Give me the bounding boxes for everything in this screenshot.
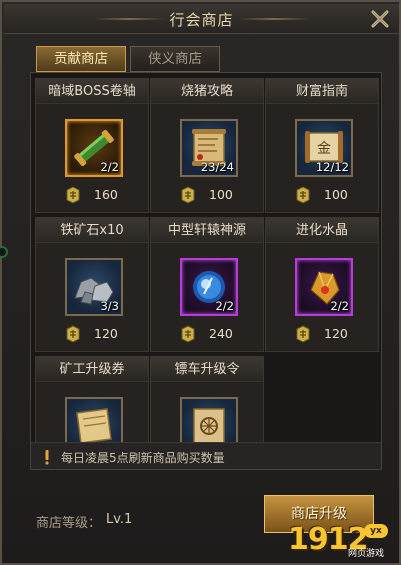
contribution-coin-icon [66,186,80,204]
shop-item[interactable]: 暗域BOSS卷轴 2/2 160 [35,78,149,213]
item-slot[interactable]: 2/2 [180,258,238,316]
item-name: 镖车升级令 [151,357,263,382]
close-button[interactable] [367,6,393,32]
item-slot[interactable]: 2/2 [295,258,353,316]
site-watermark: 1912 yx 网页游戏 [288,522,398,564]
item-grid: 暗域BOSS卷轴 2/2 160 烧猪攻略 23/24 100 财富指南 金 1… [30,72,382,470]
item-name: 烧猪攻略 [151,79,263,104]
item-price: 100 [324,187,348,202]
contribution-coin-icon [181,186,195,204]
title-bar: 行会商店 [4,4,399,34]
item-name: 矿工升级券 [36,357,148,382]
notice-text: 每日凌晨5点刷新商品购买数量 [61,451,225,465]
title-decoration-left [94,18,164,20]
item-name: 铁矿石x10 [36,218,148,243]
shop-item[interactable]: 中型轩辕神源 2/2 240 [150,217,264,352]
refresh-notice: 每日凌晨5点刷新商品购买数量 [31,442,381,469]
item-name: 财富指南 [266,79,378,104]
contribution-coin-icon [296,325,310,343]
watermark-subtitle: 网页游戏 [348,549,385,559]
item-count: 3/3 [100,299,119,313]
tab-chivalry-shop[interactable]: 侠义商店 [130,46,220,72]
watermark-badge: yx [364,524,388,538]
item-slot[interactable]: 3/3 [65,258,123,316]
item-price: 100 [209,187,233,202]
contribution-coin-icon [296,186,310,204]
guild-shop-panel: 行会商店 贡献商店 侠义商店 暗域BOSS卷轴 2/2 160 烧猪攻略 23/… [0,0,401,565]
tab-contribution-shop[interactable]: 贡献商店 [36,46,126,72]
item-count: 12/12 [315,160,349,174]
shop-item[interactable]: 烧猪攻略 23/24 100 [150,78,264,213]
shop-level-label: 商店等级： [36,516,102,531]
item-slot[interactable]: 23/24 [180,119,238,177]
contribution-coin-icon [181,325,195,343]
item-price: 160 [94,187,118,202]
item-price: 120 [324,326,348,341]
item-price: 240 [209,326,233,341]
shop-tabs: 贡献商店 侠义商店 [36,46,220,72]
contribution-coin-icon [66,325,80,343]
side-handle [0,246,8,258]
close-icon [371,10,389,28]
shop-level-value: Lv.1 [106,512,133,527]
svg-text:金: 金 [317,141,331,157]
item-name: 中型轩辕神源 [151,218,263,243]
item-name: 进化水晶 [266,218,378,243]
title-decoration-right [239,18,309,20]
item-slot[interactable]: 金 12/12 [295,119,353,177]
shop-item[interactable]: 财富指南 金 12/12 100 [265,78,379,213]
item-count: 2/2 [330,299,349,313]
shop-item[interactable]: 进化水晶 2/2 120 [265,217,379,352]
exclamation-icon [45,450,49,465]
item-slot[interactable]: 2/2 [65,119,123,177]
shop-item[interactable]: 铁矿石x10 3/3 120 [35,217,149,352]
item-count: 2/2 [100,160,119,174]
item-count: 23/24 [200,160,234,174]
item-name: 暗域BOSS卷轴 [36,79,148,104]
item-price: 120 [94,326,118,341]
window-title: 行会商店 [169,11,234,29]
item-count: 2/2 [215,299,234,313]
